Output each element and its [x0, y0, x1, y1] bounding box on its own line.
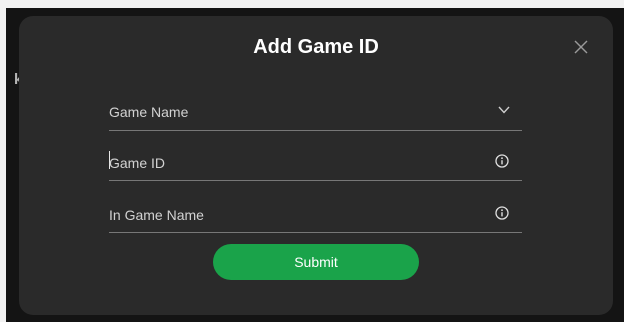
in-game-name-input[interactable]	[109, 204, 479, 226]
close-icon	[574, 40, 588, 54]
submit-button[interactable]: Submit	[213, 244, 419, 280]
add-game-id-dialog: Add Game ID Game Name Game ID In Game Na…	[19, 16, 613, 315]
game-name-select-value: Game Name	[109, 104, 189, 120]
game-id-input[interactable]	[109, 152, 479, 174]
chevron-down-icon	[498, 106, 510, 114]
dialog-title: Add Game ID	[253, 36, 379, 58]
game-name-select[interactable]: Game Name	[109, 91, 522, 131]
in-game-name-field	[109, 193, 522, 233]
in-game-name-info-icon[interactable]	[495, 206, 509, 220]
page: k Add Game ID Game Name	[0, 0, 624, 322]
game-id-field	[109, 141, 522, 181]
game-id-info-icon[interactable]	[495, 154, 509, 168]
close-button[interactable]	[572, 38, 590, 56]
